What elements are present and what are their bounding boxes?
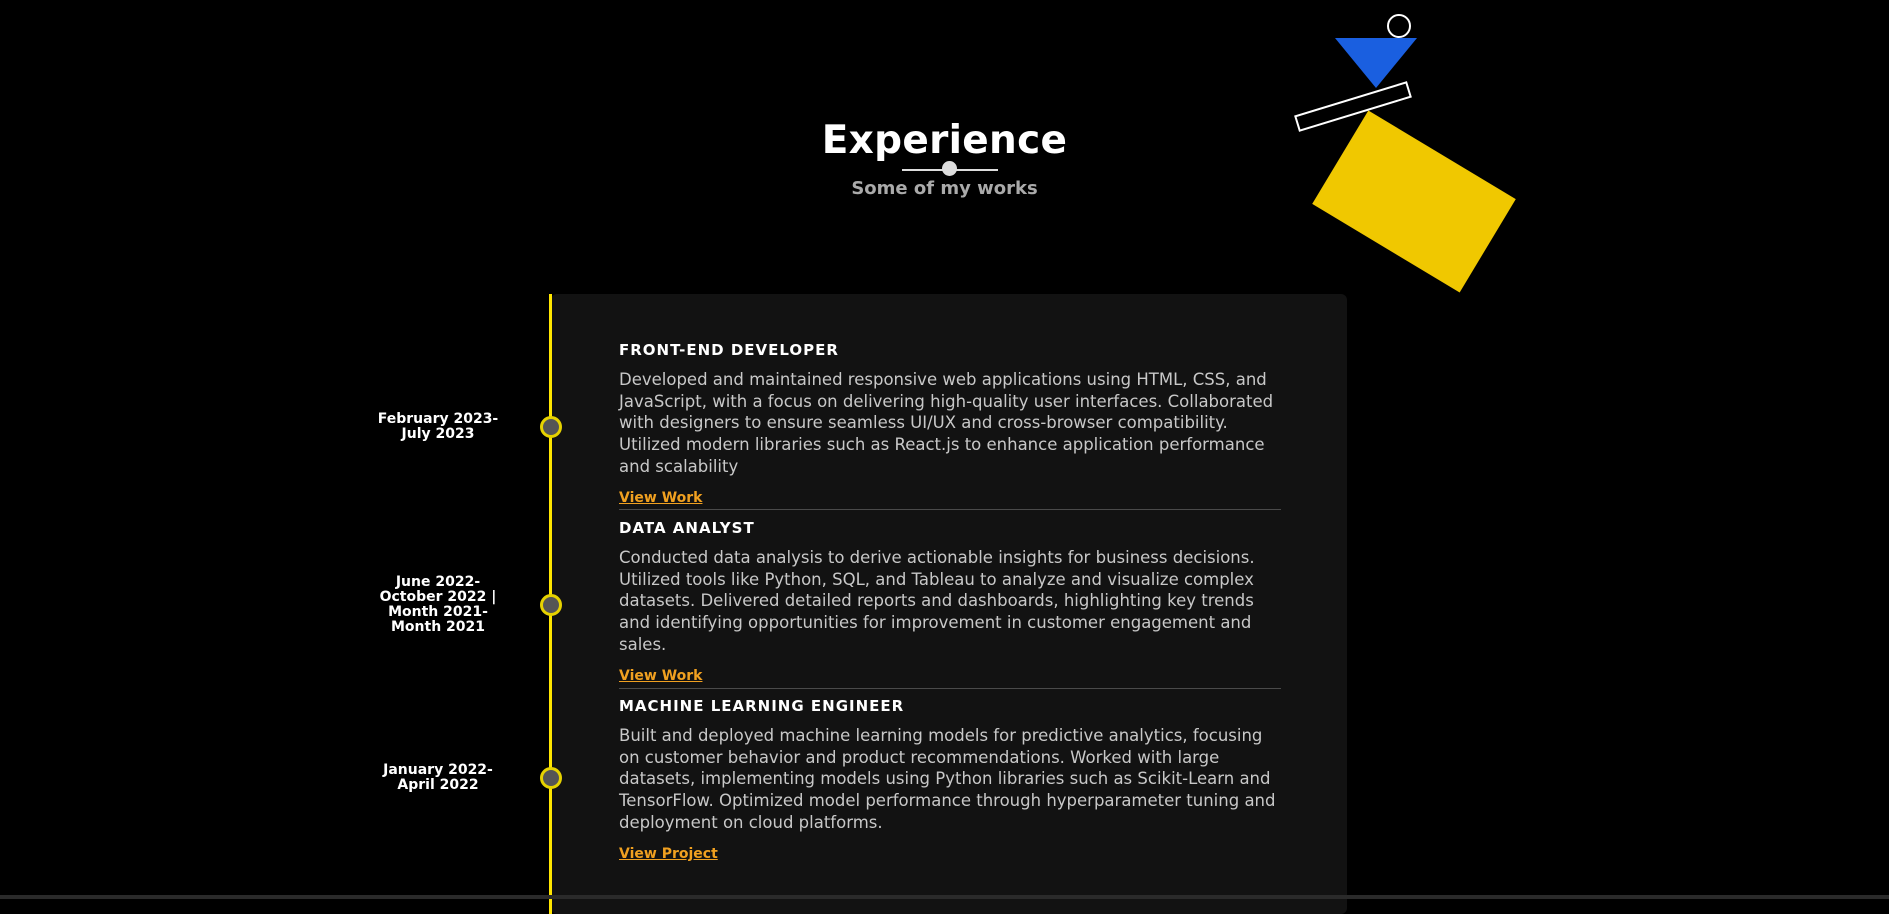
timeline-dot [540, 594, 562, 616]
title-underline-dot [942, 161, 957, 176]
job-description: Conducted data analysis to derive action… [619, 548, 1255, 654]
job-title: DATA ANALYST [619, 519, 755, 537]
job-title: MACHINE LEARNING ENGINEER [619, 697, 905, 715]
timeline-date: January 2022- April 2022 [383, 762, 493, 793]
entry-separator [619, 688, 1281, 689]
job-description: Built and deployed machine learning mode… [619, 726, 1276, 832]
view-work-link[interactable]: View Work [619, 668, 702, 684]
entry-separator [619, 509, 1281, 510]
section-title: Experience [821, 118, 1068, 163]
section-subtitle: Some of my works [851, 178, 1038, 199]
experience-entry: DATA ANALYST Conducted data analysis to … [619, 519, 1284, 684]
experience-entry: FRONT-END DEVELOPER Developed and mainta… [619, 341, 1284, 506]
experience-entry: MACHINE LEARNING ENGINEER Built and depl… [619, 697, 1284, 862]
decorative-circle [1387, 14, 1411, 38]
timeline-dot [540, 416, 562, 438]
job-title: FRONT-END DEVELOPER [619, 341, 839, 359]
view-work-link[interactable]: View Work [619, 490, 702, 506]
decorative-triangle [1335, 38, 1417, 88]
timeline-dot [540, 767, 562, 789]
view-project-link[interactable]: View Project [619, 846, 718, 862]
timeline-date: February 2023- July 2023 [377, 411, 499, 442]
job-description: Developed and maintained responsive web … [619, 370, 1274, 476]
page-bottom-edge [0, 895, 1889, 899]
timeline-date: June 2022- October 2022 | Month 2021- Mo… [379, 574, 497, 635]
